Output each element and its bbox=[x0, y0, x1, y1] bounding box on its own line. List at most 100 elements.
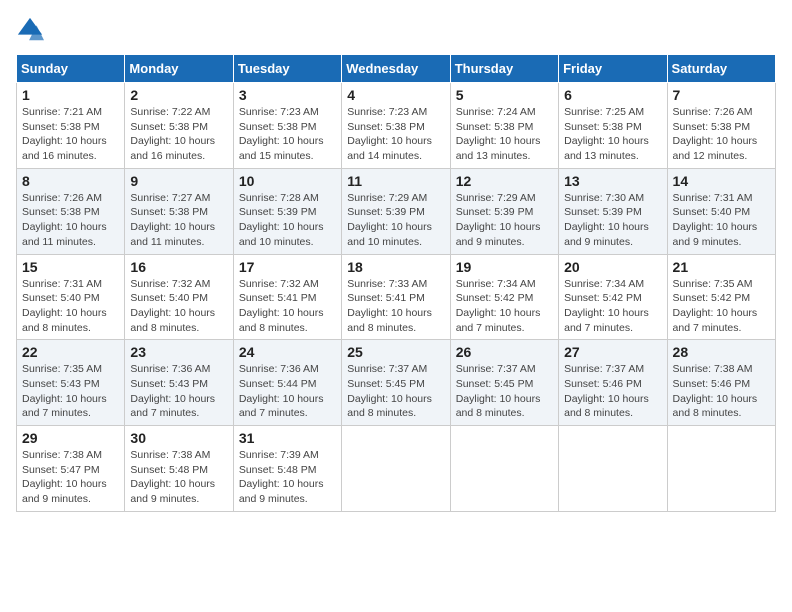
day-info: Sunrise: 7:28 AMSunset: 5:39 PMDaylight:… bbox=[239, 191, 336, 250]
page-header bbox=[16, 16, 776, 44]
weekday-header: Friday bbox=[559, 55, 667, 83]
day-number: 11 bbox=[347, 173, 444, 189]
calendar-cell bbox=[559, 426, 667, 512]
day-info: Sunrise: 7:32 AMSunset: 5:40 PMDaylight:… bbox=[130, 277, 227, 336]
day-number: 20 bbox=[564, 259, 661, 275]
calendar-cell: 19 Sunrise: 7:34 AMSunset: 5:42 PMDayligh… bbox=[450, 254, 558, 340]
calendar-cell: 11 Sunrise: 7:29 AMSunset: 5:39 PMDayligh… bbox=[342, 168, 450, 254]
calendar-week-row: 15 Sunrise: 7:31 AMSunset: 5:40 PMDayligh… bbox=[17, 254, 776, 340]
day-number: 15 bbox=[22, 259, 119, 275]
day-number: 28 bbox=[673, 344, 770, 360]
day-info: Sunrise: 7:26 AMSunset: 5:38 PMDaylight:… bbox=[22, 191, 119, 250]
day-number: 21 bbox=[673, 259, 770, 275]
day-number: 13 bbox=[564, 173, 661, 189]
day-info: Sunrise: 7:23 AMSunset: 5:38 PMDaylight:… bbox=[347, 105, 444, 164]
calendar-cell: 13 Sunrise: 7:30 AMSunset: 5:39 PMDayligh… bbox=[559, 168, 667, 254]
day-number: 31 bbox=[239, 430, 336, 446]
day-number: 25 bbox=[347, 344, 444, 360]
day-number: 30 bbox=[130, 430, 227, 446]
calendar-cell: 7 Sunrise: 7:26 AMSunset: 5:38 PMDaylight… bbox=[667, 83, 775, 169]
calendar-cell: 22Sunrise: 7:35 AMSunset: 5:43 PMDayligh… bbox=[17, 340, 125, 426]
calendar-cell: 17 Sunrise: 7:32 AMSunset: 5:41 PMDayligh… bbox=[233, 254, 341, 340]
day-info: Sunrise: 7:36 AMSunset: 5:43 PMDaylight:… bbox=[130, 362, 227, 421]
day-number: 6 bbox=[564, 87, 661, 103]
calendar-cell: 27Sunrise: 7:37 AMSunset: 5:46 PMDayligh… bbox=[559, 340, 667, 426]
day-info: Sunrise: 7:31 AMSunset: 5:40 PMDaylight:… bbox=[22, 277, 119, 336]
calendar-cell: 24 Sunrise: 7:36 AMSunset: 5:44 PMDayligh… bbox=[233, 340, 341, 426]
day-info: Sunrise: 7:37 AMSunset: 5:45 PMDaylight:… bbox=[347, 362, 444, 421]
day-number: 19 bbox=[456, 259, 553, 275]
day-info: Sunrise: 7:37 AMSunset: 5:46 PMDaylight:… bbox=[564, 362, 661, 421]
day-info: Sunrise: 7:26 AMSunset: 5:38 PMDaylight:… bbox=[673, 105, 770, 164]
day-info: Sunrise: 7:22 AMSunset: 5:38 PMDaylight:… bbox=[130, 105, 227, 164]
calendar-cell: 28 Sunrise: 7:38 AMSunset: 5:46 PMDayligh… bbox=[667, 340, 775, 426]
weekday-header-row: SundayMondayTuesdayWednesdayThursdayFrid… bbox=[17, 55, 776, 83]
day-info: Sunrise: 7:37 AMSunset: 5:45 PMDaylight:… bbox=[456, 362, 553, 421]
day-number: 1 bbox=[22, 87, 119, 103]
calendar-cell: 4 Sunrise: 7:23 AMSunset: 5:38 PMDaylight… bbox=[342, 83, 450, 169]
day-number: 5 bbox=[456, 87, 553, 103]
day-info: Sunrise: 7:34 AMSunset: 5:42 PMDaylight:… bbox=[456, 277, 553, 336]
day-info: Sunrise: 7:27 AMSunset: 5:38 PMDaylight:… bbox=[130, 191, 227, 250]
calendar-cell: 9 Sunrise: 7:27 AMSunset: 5:38 PMDaylight… bbox=[125, 168, 233, 254]
calendar-cell: 15 Sunrise: 7:31 AMSunset: 5:40 PMDayligh… bbox=[17, 254, 125, 340]
calendar-cell bbox=[450, 426, 558, 512]
logo-icon bbox=[16, 16, 44, 44]
day-number: 23 bbox=[130, 344, 227, 360]
weekday-header: Tuesday bbox=[233, 55, 341, 83]
calendar-cell: 21Sunrise: 7:35 AMSunset: 5:42 PMDayligh… bbox=[667, 254, 775, 340]
day-info: Sunrise: 7:36 AMSunset: 5:44 PMDaylight:… bbox=[239, 362, 336, 421]
calendar-cell: 8 Sunrise: 7:26 AMSunset: 5:38 PMDaylight… bbox=[17, 168, 125, 254]
day-info: Sunrise: 7:33 AMSunset: 5:41 PMDaylight:… bbox=[347, 277, 444, 336]
day-number: 24 bbox=[239, 344, 336, 360]
weekday-header: Sunday bbox=[17, 55, 125, 83]
day-number: 9 bbox=[130, 173, 227, 189]
day-number: 12 bbox=[456, 173, 553, 189]
day-info: Sunrise: 7:29 AMSunset: 5:39 PMDaylight:… bbox=[347, 191, 444, 250]
day-info: Sunrise: 7:21 AMSunset: 5:38 PMDaylight:… bbox=[22, 105, 119, 164]
weekday-header: Thursday bbox=[450, 55, 558, 83]
day-number: 3 bbox=[239, 87, 336, 103]
calendar-cell: 31 Sunrise: 7:39 AMSunset: 5:48 PMDayligh… bbox=[233, 426, 341, 512]
day-number: 22 bbox=[22, 344, 119, 360]
calendar-cell: 10 Sunrise: 7:28 AMSunset: 5:39 PMDayligh… bbox=[233, 168, 341, 254]
day-info: Sunrise: 7:30 AMSunset: 5:39 PMDaylight:… bbox=[564, 191, 661, 250]
calendar-cell: 29Sunrise: 7:38 AMSunset: 5:47 PMDayligh… bbox=[17, 426, 125, 512]
day-info: Sunrise: 7:31 AMSunset: 5:40 PMDaylight:… bbox=[673, 191, 770, 250]
day-info: Sunrise: 7:34 AMSunset: 5:42 PMDaylight:… bbox=[564, 277, 661, 336]
day-info: Sunrise: 7:39 AMSunset: 5:48 PMDaylight:… bbox=[239, 448, 336, 507]
calendar-cell: 30Sunrise: 7:38 AMSunset: 5:48 PMDayligh… bbox=[125, 426, 233, 512]
day-number: 4 bbox=[347, 87, 444, 103]
day-number: 18 bbox=[347, 259, 444, 275]
day-info: Sunrise: 7:24 AMSunset: 5:38 PMDaylight:… bbox=[456, 105, 553, 164]
day-number: 10 bbox=[239, 173, 336, 189]
calendar-table: SundayMondayTuesdayWednesdayThursdayFrid… bbox=[16, 54, 776, 512]
day-number: 17 bbox=[239, 259, 336, 275]
calendar-cell: 23 Sunrise: 7:36 AMSunset: 5:43 PMDayligh… bbox=[125, 340, 233, 426]
day-info: Sunrise: 7:38 AMSunset: 5:46 PMDaylight:… bbox=[673, 362, 770, 421]
day-info: Sunrise: 7:32 AMSunset: 5:41 PMDaylight:… bbox=[239, 277, 336, 336]
calendar-week-row: 29Sunrise: 7:38 AMSunset: 5:47 PMDayligh… bbox=[17, 426, 776, 512]
logo bbox=[16, 16, 48, 44]
calendar-cell: 1 Sunrise: 7:21 AMSunset: 5:38 PMDaylight… bbox=[17, 83, 125, 169]
weekday-header: Monday bbox=[125, 55, 233, 83]
day-info: Sunrise: 7:29 AMSunset: 5:39 PMDaylight:… bbox=[456, 191, 553, 250]
day-number: 2 bbox=[130, 87, 227, 103]
calendar-week-row: 1 Sunrise: 7:21 AMSunset: 5:38 PMDaylight… bbox=[17, 83, 776, 169]
calendar-cell: 16 Sunrise: 7:32 AMSunset: 5:40 PMDayligh… bbox=[125, 254, 233, 340]
weekday-header: Wednesday bbox=[342, 55, 450, 83]
calendar-cell: 18 Sunrise: 7:33 AMSunset: 5:41 PMDayligh… bbox=[342, 254, 450, 340]
calendar-cell: 2 Sunrise: 7:22 AMSunset: 5:38 PMDaylight… bbox=[125, 83, 233, 169]
day-number: 7 bbox=[673, 87, 770, 103]
day-number: 26 bbox=[456, 344, 553, 360]
calendar-cell: 25 Sunrise: 7:37 AMSunset: 5:45 PMDayligh… bbox=[342, 340, 450, 426]
calendar-week-row: 22Sunrise: 7:35 AMSunset: 5:43 PMDayligh… bbox=[17, 340, 776, 426]
weekday-header: Saturday bbox=[667, 55, 775, 83]
day-number: 16 bbox=[130, 259, 227, 275]
calendar-week-row: 8 Sunrise: 7:26 AMSunset: 5:38 PMDaylight… bbox=[17, 168, 776, 254]
calendar-cell: 3Sunrise: 7:23 AMSunset: 5:38 PMDaylight… bbox=[233, 83, 341, 169]
day-info: Sunrise: 7:25 AMSunset: 5:38 PMDaylight:… bbox=[564, 105, 661, 164]
day-number: 29 bbox=[22, 430, 119, 446]
day-number: 8 bbox=[22, 173, 119, 189]
calendar-cell: 26 Sunrise: 7:37 AMSunset: 5:45 PMDayligh… bbox=[450, 340, 558, 426]
